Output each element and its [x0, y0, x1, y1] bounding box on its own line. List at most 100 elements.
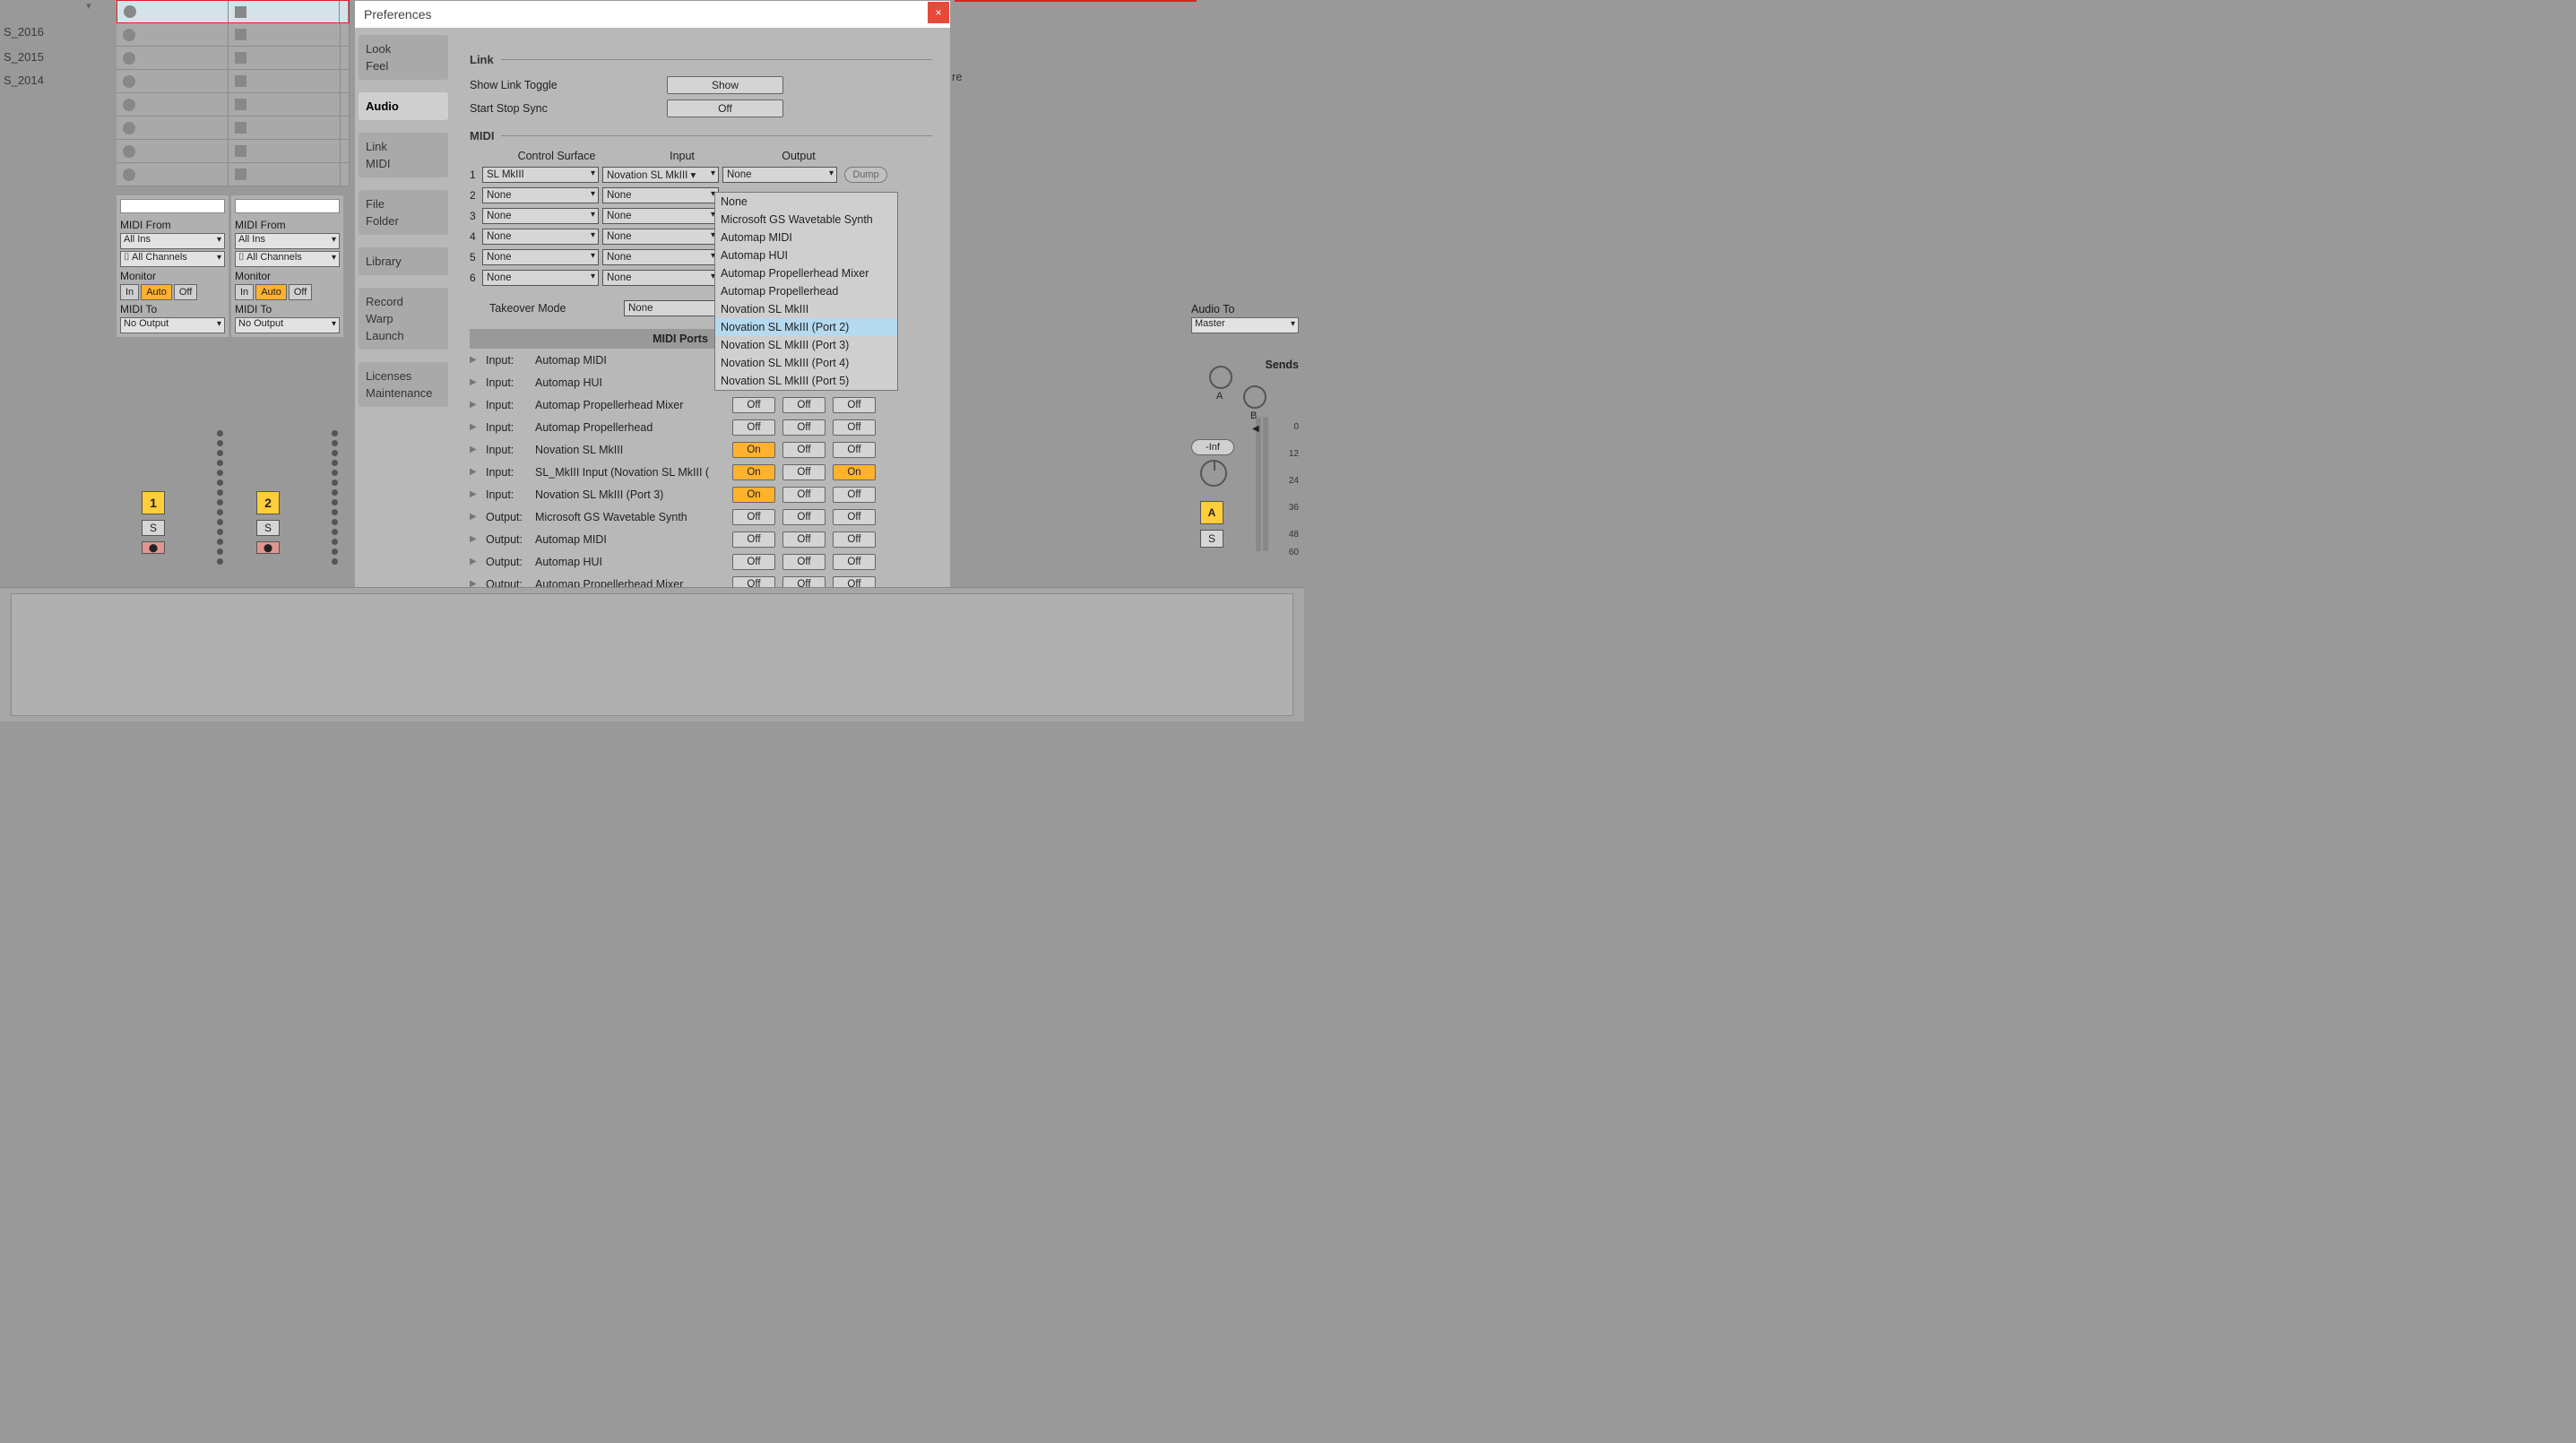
port-toggle[interactable]: On — [732, 487, 775, 503]
setting-toggle[interactable]: Show — [667, 76, 783, 94]
close-button[interactable]: × — [928, 2, 949, 23]
prefs-tab[interactable]: File — [366, 195, 441, 212]
port-toggle[interactable]: Off — [782, 487, 826, 503]
port-toggle[interactable]: Off — [782, 531, 826, 548]
port-toggle[interactable]: Off — [782, 464, 826, 480]
monitor-auto-button[interactable]: Auto — [141, 284, 172, 300]
volume-label[interactable]: -Inf — [1191, 439, 1234, 455]
port-toggle[interactable]: On — [833, 464, 876, 480]
port-toggle[interactable]: Off — [732, 531, 775, 548]
prefs-tab[interactable]: Record — [366, 293, 441, 310]
pan-knob[interactable] — [1200, 460, 1227, 487]
port-toggle[interactable]: Off — [833, 554, 876, 570]
monitor-off-button[interactable]: Off — [174, 284, 197, 300]
solo-button[interactable]: S — [256, 520, 280, 536]
input-select[interactable]: None — [602, 270, 719, 286]
port-toggle[interactable]: Off — [732, 509, 775, 525]
midi-channel-select[interactable]: ⌷ All Channels — [235, 251, 340, 267]
dropdown-item[interactable]: Novation SL MkIII (Port 5) — [715, 372, 897, 390]
input-select[interactable]: None — [602, 208, 719, 224]
control-surface-select[interactable]: SL MkIII — [482, 167, 599, 183]
port-toggle[interactable]: Off — [833, 442, 876, 458]
prefs-tab[interactable]: Audio — [366, 98, 441, 115]
dump-button[interactable]: Dump — [844, 167, 887, 183]
expand-icon[interactable]: ▶ — [470, 467, 486, 477]
monitor-off-button[interactable]: Off — [289, 284, 312, 300]
dropdown-item[interactable]: Novation SL MkIII — [715, 300, 897, 318]
browser-item[interactable]: S_2015 — [4, 50, 44, 64]
input-select[interactable]: None — [602, 187, 719, 203]
dropdown-item[interactable]: Automap HUI — [715, 246, 897, 264]
monitor-in-button[interactable]: In — [120, 284, 139, 300]
dropdown-item[interactable]: Novation SL MkIII (Port 4) — [715, 354, 897, 372]
port-toggle[interactable]: Off — [833, 509, 876, 525]
port-toggle[interactable]: Off — [833, 487, 876, 503]
midi-from-select[interactable]: All Ins — [120, 233, 225, 249]
control-surface-select[interactable]: None — [482, 229, 599, 245]
input-select[interactable]: Novation SL MkIII ▾ — [602, 167, 719, 183]
control-surface-select[interactable]: None — [482, 187, 599, 203]
collapse-icon[interactable]: ▼ — [84, 2, 93, 12]
input-select[interactable]: None — [602, 249, 719, 265]
port-toggle[interactable]: On — [732, 442, 775, 458]
monitor-in-button[interactable]: In — [235, 284, 254, 300]
prefs-tab[interactable]: Feel — [366, 57, 441, 74]
dropdown-item[interactable]: Automap MIDI — [715, 229, 897, 246]
browser-item[interactable]: S_2014 — [4, 73, 44, 87]
input-select[interactable]: None — [602, 229, 719, 245]
expand-icon[interactable]: ▶ — [470, 377, 486, 387]
dropdown-item[interactable]: Novation SL MkIII (Port 2) — [715, 318, 897, 336]
solo-button[interactable]: S — [1200, 530, 1223, 548]
track-activator[interactable]: 2 — [256, 491, 280, 514]
prefs-tab[interactable]: Warp — [366, 310, 441, 327]
dropdown-item[interactable]: Automap Propellerhead Mixer — [715, 264, 897, 282]
expand-icon[interactable]: ▶ — [470, 512, 486, 522]
monitor-auto-button[interactable]: Auto — [255, 284, 287, 300]
expand-icon[interactable]: ▶ — [470, 355, 486, 365]
output-select[interactable]: None — [722, 167, 837, 183]
browser-item[interactable]: S_2016 — [4, 25, 44, 39]
arm-button[interactable]: ⬤ — [142, 541, 165, 554]
control-surface-select[interactable]: None — [482, 270, 599, 286]
expand-icon[interactable]: ▶ — [470, 534, 486, 544]
port-toggle[interactable]: Off — [732, 419, 775, 436]
send-b-knob[interactable] — [1243, 385, 1266, 409]
port-toggle[interactable]: Off — [782, 509, 826, 525]
control-surface-select[interactable]: None — [482, 249, 599, 265]
track-name-input[interactable] — [235, 199, 340, 213]
port-toggle[interactable]: On — [732, 464, 775, 480]
track-activator[interactable]: 1 — [142, 491, 165, 514]
arm-button[interactable]: ⬤ — [256, 541, 280, 554]
send-a-knob[interactable] — [1209, 366, 1232, 389]
track-name-input[interactable] — [120, 199, 225, 213]
setting-toggle[interactable]: Off — [667, 99, 783, 117]
prefs-tab[interactable]: MIDI — [366, 155, 441, 172]
volume-slider-handle[interactable]: ◀ — [1252, 424, 1259, 434]
expand-icon[interactable]: ▶ — [470, 445, 486, 454]
port-toggle[interactable]: Off — [782, 397, 826, 413]
prefs-tab[interactable]: Licenses — [366, 367, 441, 385]
midi-from-select[interactable]: All Ins — [235, 233, 340, 249]
expand-icon[interactable]: ▶ — [470, 489, 486, 499]
output-dropdown[interactable]: NoneMicrosoft GS Wavetable SynthAutomap … — [714, 192, 898, 391]
port-toggle[interactable]: Off — [732, 554, 775, 570]
midi-to-select[interactable]: No Output — [120, 317, 225, 333]
dropdown-item[interactable]: Automap Propellerhead — [715, 282, 897, 300]
dropdown-item[interactable]: None — [715, 193, 897, 211]
prefs-tab[interactable]: Look — [366, 40, 441, 57]
expand-icon[interactable]: ▶ — [470, 557, 486, 566]
dropdown-item[interactable]: Novation SL MkIII (Port 3) — [715, 336, 897, 354]
prefs-tab[interactable]: Maintenance — [366, 385, 441, 402]
audio-to-select[interactable]: Master — [1191, 317, 1299, 333]
port-toggle[interactable]: Off — [833, 531, 876, 548]
prefs-tab[interactable]: Library — [366, 253, 441, 270]
track-activator[interactable]: A — [1200, 501, 1223, 524]
prefs-tab[interactable]: Launch — [366, 327, 441, 344]
prefs-tab[interactable]: Folder — [366, 212, 441, 229]
solo-button[interactable]: S — [142, 520, 165, 536]
port-toggle[interactable]: Off — [782, 419, 826, 436]
dropdown-item[interactable]: Microsoft GS Wavetable Synth — [715, 211, 897, 229]
midi-to-select[interactable]: No Output — [235, 317, 340, 333]
control-surface-select[interactable]: None — [482, 208, 599, 224]
port-toggle[interactable]: Off — [782, 442, 826, 458]
